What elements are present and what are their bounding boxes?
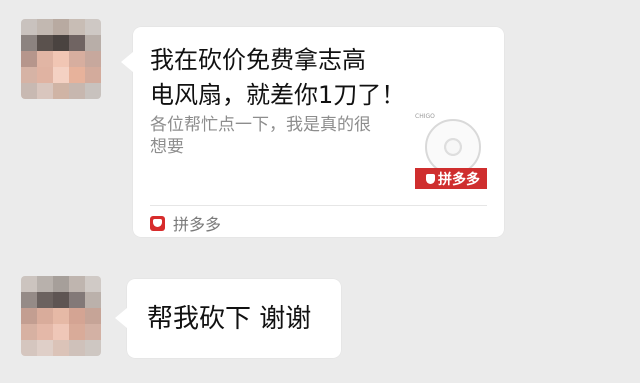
avatar-pixel <box>21 83 37 99</box>
card-description: 各位帮忙点一下，我是真的很想要 <box>150 115 371 157</box>
avatar-pixel <box>21 324 37 340</box>
avatar-pixel <box>37 292 53 308</box>
avatar-pixel <box>21 292 37 308</box>
avatar-pixel <box>53 324 69 340</box>
avatar-pixel <box>21 51 37 67</box>
avatar-pixel <box>37 51 53 67</box>
avatar-pixel <box>85 67 101 83</box>
avatar-pixel <box>69 308 85 324</box>
avatar-pixel <box>85 340 101 356</box>
avatar-pixel <box>21 67 37 83</box>
avatar-pixel <box>21 19 37 35</box>
fan-image <box>425 119 481 175</box>
sender-avatar[interactable] <box>21 19 101 99</box>
avatar-pixel <box>85 83 101 99</box>
avatar-pixel <box>37 19 53 35</box>
thumbnail-brand: CHIGO <box>415 113 435 120</box>
avatar-pixel <box>37 276 53 292</box>
avatar-pixel <box>53 83 69 99</box>
avatar-pixel <box>21 340 37 356</box>
card-divider <box>150 205 487 206</box>
pinduoduo-badge: 拼多多 <box>415 168 487 189</box>
avatar-pixel <box>53 19 69 35</box>
avatar-pixel <box>21 308 37 324</box>
avatar-pixel <box>37 35 53 51</box>
avatar-pixel <box>37 83 53 99</box>
avatar-pixel <box>69 340 85 356</box>
thumbnail-badge-label: 拼多多 <box>438 171 480 188</box>
avatar-pixel <box>85 324 101 340</box>
avatar-pixel <box>37 308 53 324</box>
avatar-pixel <box>69 324 85 340</box>
avatar-pixel <box>37 67 53 83</box>
avatar-pixel <box>85 308 101 324</box>
avatar-pixel <box>53 308 69 324</box>
shared-link-card[interactable]: 我在砍价免费拿志高 电风扇，就差你1刀了！ 各位帮忙点一下，我是真的很想要 CH… <box>121 27 504 237</box>
avatar-pixel <box>69 276 85 292</box>
sender-avatar[interactable] <box>21 276 101 356</box>
avatar-pixel <box>85 292 101 308</box>
pinduoduo-logo-icon <box>150 215 165 231</box>
card-title: 我在砍价免费拿志高 电风扇，就差你1刀了！ <box>150 46 406 109</box>
avatar-pixel <box>37 324 53 340</box>
avatar-pixel <box>69 35 85 51</box>
text-message-bubble[interactable]: 帮我砍下 谢谢 <box>115 279 341 358</box>
avatar-pixel <box>21 35 37 51</box>
avatar-pixel <box>69 67 85 83</box>
avatar-pixel <box>53 292 69 308</box>
chat-conversation: 我在砍价免费拿志高 电风扇，就差你1刀了！ 各位帮忙点一下，我是真的很想要 CH… <box>0 0 640 383</box>
avatar-pixel <box>53 340 69 356</box>
card-source-label: 拼多多 <box>173 215 222 234</box>
product-thumbnail[interactable]: CHIGO 拼多多 <box>415 113 487 189</box>
avatar-pixel <box>85 19 101 35</box>
avatar-pixel <box>53 35 69 51</box>
avatar-pixel <box>37 340 53 356</box>
avatar-pixel <box>21 276 37 292</box>
avatar-pixel <box>53 51 69 67</box>
avatar-pixel <box>53 67 69 83</box>
avatar-pixel <box>85 276 101 292</box>
avatar-pixel <box>69 19 85 35</box>
message-text: 帮我砍下 谢谢 <box>147 304 312 334</box>
avatar-pixel <box>69 83 85 99</box>
avatar-pixel <box>85 35 101 51</box>
avatar-pixel <box>69 51 85 67</box>
avatar-pixel <box>69 292 85 308</box>
pinduoduo-shield-icon <box>426 173 435 184</box>
avatar-pixel <box>53 276 69 292</box>
card-source: 拼多多 <box>150 210 221 236</box>
avatar-pixel <box>85 51 101 67</box>
